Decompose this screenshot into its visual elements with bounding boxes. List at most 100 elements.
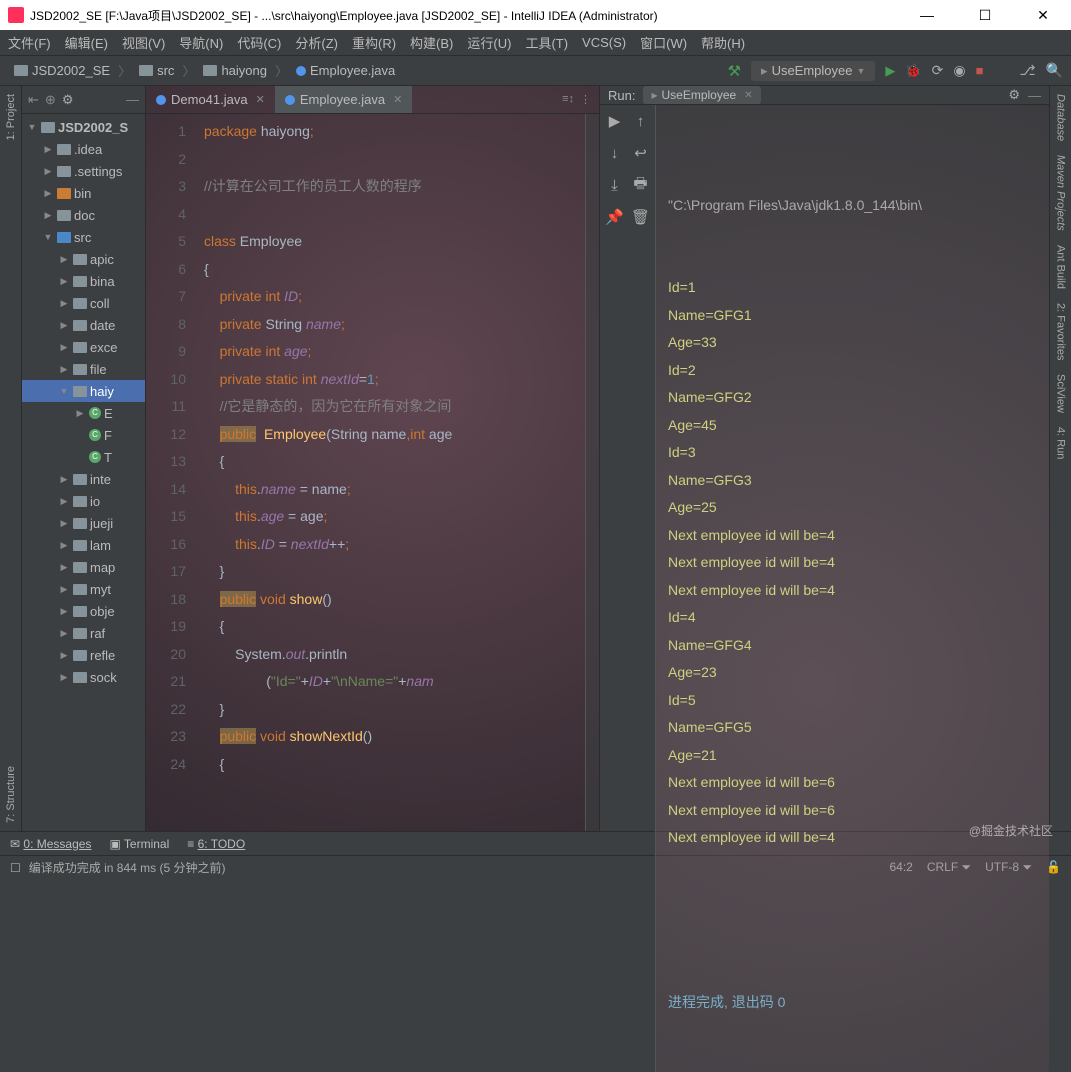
expand-arrow-icon[interactable]: ▶ bbox=[58, 276, 70, 287]
scroll-icon[interactable]: ⤓ bbox=[605, 175, 625, 195]
project-tree[interactable]: ▼JSD2002_S▶.idea▶.settings▶bin▶doc▼src▶a… bbox=[22, 114, 145, 831]
expand-arrow-icon[interactable]: ▶ bbox=[42, 166, 54, 177]
close-icon[interactable]: ✕ bbox=[256, 93, 265, 106]
tree-row[interactable]: ▶bin bbox=[22, 182, 145, 204]
expand-arrow-icon[interactable]: ▶ bbox=[42, 188, 54, 199]
menu-item[interactable]: 代码(C) bbox=[237, 33, 281, 52]
breadcrumb-item[interactable]: Employee.java bbox=[290, 61, 401, 80]
expand-arrow-icon[interactable]: ▶ bbox=[74, 408, 86, 419]
right-tool-button[interactable]: SciView bbox=[1055, 374, 1067, 413]
tab-split-icon[interactable]: ≡↕ bbox=[562, 93, 574, 106]
breadcrumb-item[interactable]: src bbox=[133, 61, 180, 80]
tree-row[interactable]: ▶myt bbox=[22, 578, 145, 600]
expand-arrow-icon[interactable]: ▶ bbox=[58, 298, 70, 309]
right-tool-button[interactable]: 4: Run bbox=[1055, 427, 1067, 459]
tree-row[interactable]: ▶apic bbox=[22, 248, 145, 270]
expand-arrow-icon[interactable]: ▶ bbox=[42, 210, 54, 221]
expand-arrow-icon[interactable]: ▶ bbox=[58, 562, 70, 573]
error-stripe[interactable] bbox=[585, 114, 599, 831]
terminal-button[interactable]: ▣ Terminal bbox=[109, 837, 169, 851]
tree-row[interactable]: ▼src bbox=[22, 226, 145, 248]
expand-arrow-icon[interactable]: ▶ bbox=[58, 540, 70, 551]
build-icon[interactable]: ⚒ bbox=[728, 62, 741, 80]
expand-arrow-icon[interactable]: ▶ bbox=[58, 672, 70, 683]
tree-row[interactable]: ▶lam bbox=[22, 534, 145, 556]
tree-row[interactable]: ▶bina bbox=[22, 270, 145, 292]
expand-arrow-icon[interactable]: ▶ bbox=[58, 342, 70, 353]
wrap-icon[interactable]: ↩ bbox=[631, 143, 651, 163]
tree-row[interactable]: ▶io bbox=[22, 490, 145, 512]
right-tool-button[interactable]: 2: Favorites bbox=[1055, 303, 1067, 360]
expand-arrow-icon[interactable]: ▶ bbox=[58, 474, 70, 485]
code-text[interactable]: package haiyong; //计算在公司工作的员工人数的程序 class… bbox=[196, 114, 585, 831]
expand-arrow-icon[interactable]: ▶ bbox=[42, 144, 54, 155]
minimize-button[interactable]: — bbox=[907, 7, 947, 24]
expand-arrow-icon[interactable]: ▶ bbox=[58, 496, 70, 507]
messages-button[interactable]: ✉ 0: Messages bbox=[10, 837, 91, 851]
right-tool-button[interactable]: Database bbox=[1055, 94, 1067, 141]
menu-item[interactable]: 构建(B) bbox=[410, 33, 453, 52]
tree-row[interactable]: ▶coll bbox=[22, 292, 145, 314]
vcs-icon[interactable]: ⎇ bbox=[1019, 62, 1035, 79]
expand-arrow-icon[interactable]: ▶ bbox=[58, 320, 70, 331]
expand-arrow-icon[interactable]: ▼ bbox=[58, 386, 70, 396]
menu-item[interactable]: VCS(S) bbox=[582, 35, 626, 50]
collapse-icon[interactable]: ⇤ bbox=[28, 92, 39, 108]
tree-row[interactable]: ▶raf bbox=[22, 622, 145, 644]
expand-arrow-icon[interactable]: ▼ bbox=[42, 232, 54, 242]
debug-button[interactable]: 🐞 bbox=[905, 63, 921, 79]
menu-item[interactable]: 重构(R) bbox=[352, 33, 396, 52]
code-area[interactable]: 123456789101112131415161718192021222324 … bbox=[146, 114, 599, 831]
tree-row[interactable]: ▶inte bbox=[22, 468, 145, 490]
coverage-button[interactable]: ⟳ bbox=[932, 62, 944, 79]
down-icon[interactable]: ↓ bbox=[605, 143, 625, 163]
expand-arrow-icon[interactable]: ▶ bbox=[58, 584, 70, 595]
expand-arrow-icon[interactable]: ▶ bbox=[58, 650, 70, 661]
gear-icon[interactable]: ⚙ bbox=[1008, 87, 1020, 103]
expand-arrow-icon[interactable]: ▶ bbox=[58, 254, 70, 265]
tab-menu-icon[interactable]: ⋮ bbox=[580, 93, 591, 106]
tree-row[interactable]: ▶CE bbox=[22, 402, 145, 424]
right-tool-button[interactable]: Ant Build bbox=[1055, 245, 1067, 289]
right-tool-button[interactable]: Maven Projects bbox=[1055, 155, 1067, 231]
tree-row[interactable]: CF bbox=[22, 424, 145, 446]
menu-item[interactable]: 窗口(W) bbox=[640, 33, 687, 52]
menu-item[interactable]: 导航(N) bbox=[179, 33, 223, 52]
tree-row[interactable]: CT bbox=[22, 446, 145, 468]
menu-item[interactable]: 文件(F) bbox=[8, 33, 51, 52]
gear-icon[interactable]: ⚙ bbox=[62, 92, 74, 108]
expand-arrow-icon[interactable]: ▶ bbox=[58, 364, 70, 375]
hide-icon[interactable]: — bbox=[1028, 88, 1041, 103]
close-icon[interactable]: ✕ bbox=[393, 93, 402, 106]
tree-row[interactable]: ▶exce bbox=[22, 336, 145, 358]
tree-row[interactable]: ▶date bbox=[22, 314, 145, 336]
search-icon[interactable]: 🔍 bbox=[1046, 62, 1063, 79]
up-icon[interactable]: ↑ bbox=[631, 111, 651, 131]
clear-icon[interactable]: 🗑 bbox=[631, 207, 651, 227]
expand-arrow-icon[interactable]: ▶ bbox=[58, 628, 70, 639]
tree-row[interactable]: ▼haiy bbox=[22, 380, 145, 402]
pin-icon[interactable]: 📌 bbox=[605, 207, 625, 227]
tree-row[interactable]: ▶.settings bbox=[22, 160, 145, 182]
expand-arrow-icon[interactable]: ▼ bbox=[26, 122, 38, 132]
tree-row[interactable]: ▶file bbox=[22, 358, 145, 380]
breadcrumb-item[interactable]: JSD2002_SE bbox=[8, 61, 116, 80]
project-tool-button[interactable]: 1: Project bbox=[5, 94, 17, 140]
menu-item[interactable]: 运行(U) bbox=[467, 33, 511, 52]
tree-row[interactable]: ▶.idea bbox=[22, 138, 145, 160]
tree-row[interactable]: ▼JSD2002_S bbox=[22, 116, 145, 138]
run-tab[interactable]: ▸ UseEmployee ✕ bbox=[643, 86, 760, 104]
breadcrumb-item[interactable]: haiyong bbox=[197, 61, 273, 80]
editor-tab[interactable]: Employee.java✕ bbox=[275, 86, 413, 113]
expand-arrow-icon[interactable]: ▶ bbox=[58, 518, 70, 529]
close-icon[interactable]: ✕ bbox=[744, 90, 752, 101]
run-config-selector[interactable]: ▸ UseEmployee ▼ bbox=[751, 61, 875, 81]
menu-item[interactable]: 编辑(E) bbox=[65, 33, 108, 52]
menu-item[interactable]: 分析(Z) bbox=[295, 33, 338, 52]
todo-button[interactable]: ≡ 6: TODO bbox=[187, 837, 245, 851]
stop-button[interactable]: ■ bbox=[976, 63, 984, 78]
profile-button[interactable]: ◉ bbox=[953, 62, 965, 79]
rerun-button[interactable]: ▶ bbox=[605, 111, 625, 131]
menu-item[interactable]: 帮助(H) bbox=[701, 33, 745, 52]
tree-row[interactable]: ▶map bbox=[22, 556, 145, 578]
